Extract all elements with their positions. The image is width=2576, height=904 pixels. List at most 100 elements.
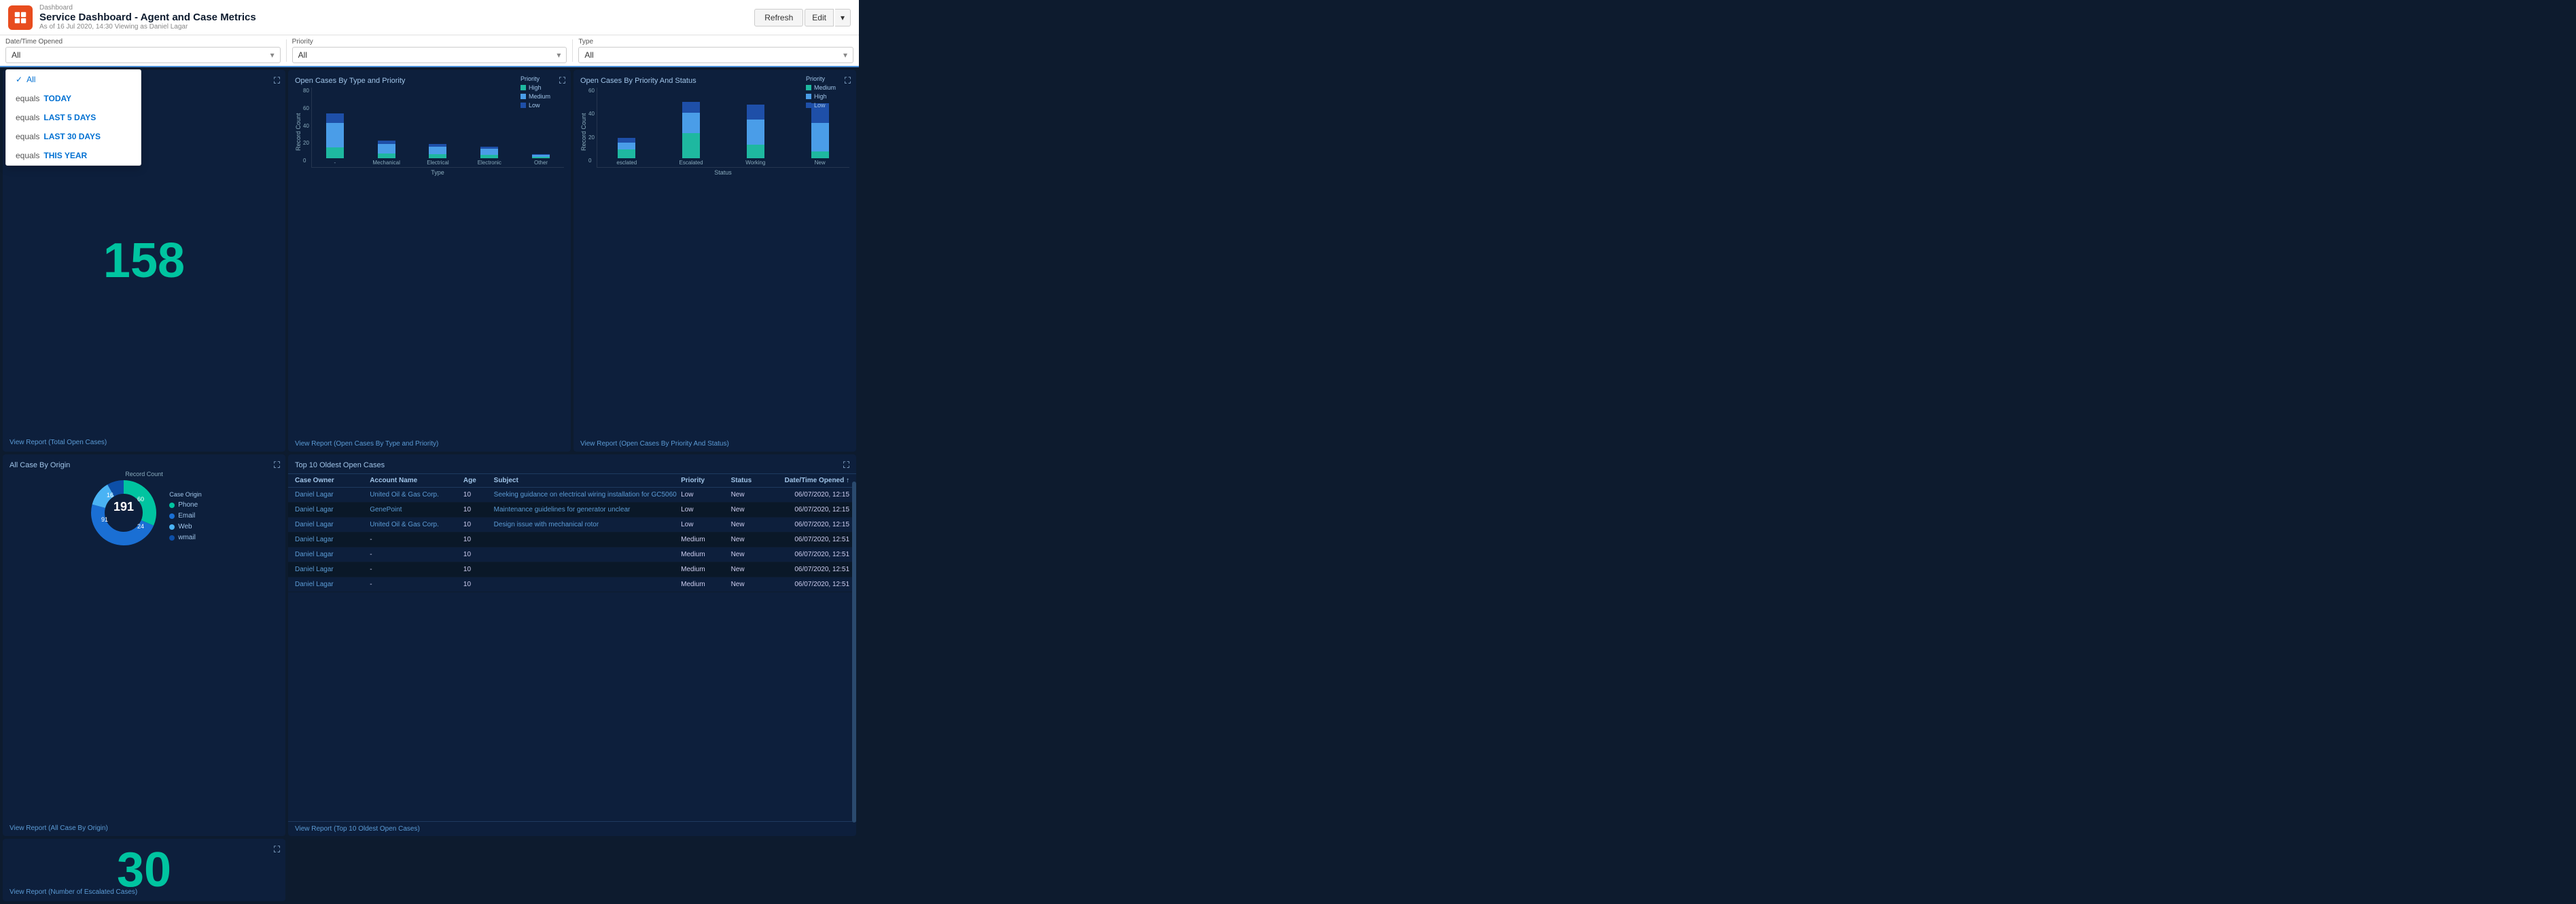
- table-oldest-footer[interactable]: View Report (Top 10 Oldest Open Cases): [288, 821, 856, 836]
- filter-type-chevron: ▾: [843, 50, 847, 60]
- cell-status-1: New: [731, 491, 775, 499]
- cell-owner-4[interactable]: Daniel Lagar: [295, 536, 370, 543]
- cell-subject-1[interactable]: Seeking guidance on electrical wiring in…: [489, 491, 681, 499]
- cell-age-3: 10: [463, 521, 489, 528]
- col-header-subject: Subject: [489, 477, 681, 484]
- origin-legend-wmail: wmail: [169, 534, 202, 541]
- dropdown-last5-value: LAST 5 DAYS: [43, 113, 96, 122]
- chart-priority-status-card: Open Cases By Priority And Status ⛶ Prio…: [574, 70, 856, 452]
- check-icon: ✓: [16, 75, 22, 84]
- edit-dropdown-button[interactable]: ▾: [835, 9, 851, 26]
- filter-priority: Priority All ▾: [292, 38, 567, 63]
- dropdown-item-last30[interactable]: equals LAST 30 DAYS: [6, 127, 141, 146]
- cell-age-6: 10: [463, 566, 489, 573]
- priority-legend-status: Priority Medium High Low: [806, 75, 836, 109]
- legend-item-high: High: [521, 84, 550, 91]
- dashboard-grid: ⛶ 158 View Report (Total Open Cases) Ope…: [0, 67, 859, 904]
- filter-bar: Date/Time Opened All ▾ Priority All ▾ Ty…: [0, 35, 859, 67]
- phone-label: Phone: [178, 501, 198, 509]
- expand-icon-escalated[interactable]: ⛶: [274, 844, 280, 855]
- filter-divider2: [572, 39, 573, 62]
- expand-icon-type[interactable]: ⛶: [559, 75, 565, 86]
- filter-priority-select[interactable]: All ▾: [292, 47, 567, 63]
- cell-account-3[interactable]: United Oil & Gas Corp.: [370, 521, 463, 528]
- cell-owner-3[interactable]: Daniel Lagar: [295, 521, 370, 528]
- dropdown-item-last5[interactable]: equals LAST 5 DAYS: [6, 108, 141, 127]
- high2-color-box: [806, 94, 811, 99]
- bar-working-label: Working: [745, 160, 765, 166]
- table-row: Daniel Lagar United Oil & Gas Corp. 10 D…: [288, 518, 856, 532]
- donut-section: Record Count 191 16 60 91: [10, 472, 279, 554]
- cell-owner-7[interactable]: Daniel Lagar: [295, 581, 370, 588]
- bar-mech-medium: [378, 144, 395, 153]
- cell-age-4: 10: [463, 536, 489, 543]
- phone-dot: [169, 503, 175, 508]
- cell-owner-5[interactable]: Daniel Lagar: [295, 551, 370, 558]
- cell-owner-6[interactable]: Daniel Lagar: [295, 566, 370, 573]
- high-color-box: [521, 85, 526, 90]
- cell-age-1: 10: [463, 491, 489, 499]
- cell-account-2[interactable]: GenePoint: [370, 506, 463, 513]
- refresh-button[interactable]: Refresh: [754, 9, 803, 26]
- expand-icon-table[interactable]: ⛶: [843, 460, 849, 471]
- y-label-0s: 0: [588, 158, 595, 164]
- dropdown-today-prefix: equals: [16, 94, 39, 103]
- legend-item-high2: High: [806, 93, 836, 100]
- chart-origin-title: All Case By Origin: [10, 461, 279, 469]
- chart-type-priority-card: Open Cases By Type and Priority ⛶ Priori…: [288, 70, 571, 452]
- bar-new-medium: [811, 151, 829, 158]
- cell-owner-1[interactable]: Daniel Lagar: [295, 491, 370, 499]
- legend-low2-label: Low: [814, 102, 826, 109]
- scrollbar[interactable]: [852, 482, 856, 822]
- cell-subject-3[interactable]: Design issue with mechanical rotor: [489, 521, 681, 528]
- dropdown-item-all[interactable]: ✓ All: [6, 70, 141, 89]
- cell-account-4: -: [370, 536, 463, 543]
- app-icon: [8, 5, 33, 30]
- y-label-0: 0: [303, 158, 309, 164]
- filter-date-label: Date/Time Opened: [5, 38, 281, 46]
- cell-status-7: New: [731, 581, 775, 588]
- legend-label-priority: Priority: [521, 75, 550, 82]
- legend-medium-label: Medium: [529, 93, 550, 100]
- filter-type: Type All ▾: [578, 38, 853, 63]
- expand-icon-priority-status[interactable]: ⛶: [845, 75, 851, 86]
- col-header-account: Account Name: [370, 477, 463, 484]
- dropdown-item-thisyear[interactable]: equals THIS YEAR: [6, 146, 141, 165]
- chart-origin-card: All Case By Origin ⛶ Record Count 19: [3, 454, 285, 836]
- cell-owner-2[interactable]: Daniel Lagar: [295, 506, 370, 513]
- wmail-dot: [169, 535, 175, 541]
- cell-account-6: -: [370, 566, 463, 573]
- viewing-info: As of 16 Jul 2020, 14:30 Viewing as Dani…: [39, 23, 754, 31]
- y-axis-status: 60 40 20 0: [588, 88, 597, 176]
- chart-origin-footer[interactable]: View Report (All Case By Origin): [10, 825, 108, 832]
- header: Dashboard Service Dashboard - Agent and …: [0, 0, 859, 35]
- low-color-box: [521, 103, 526, 108]
- col-header-datetime: Date/Time Opened ↑: [775, 477, 849, 484]
- edit-button[interactable]: Edit: [805, 9, 834, 26]
- table-oldest-title: Top 10 Oldest Open Cases: [295, 461, 385, 469]
- filter-date-select[interactable]: All ▾: [5, 47, 281, 63]
- bar-esclated-low: [618, 138, 635, 143]
- y-label-80: 80: [303, 88, 309, 94]
- cell-priority-5: Medium: [681, 551, 730, 558]
- y-label-40s: 40: [588, 111, 595, 117]
- cell-datetime-7: 06/07/2020, 12:51: [775, 581, 849, 588]
- legend-low-label: Low: [529, 102, 540, 109]
- email-label: Email: [178, 512, 195, 520]
- expand-icon-total[interactable]: ⛶: [274, 75, 280, 86]
- cell-subject-2[interactable]: Maintenance guidelines for generator unc…: [489, 506, 681, 513]
- chart-type-footer[interactable]: View Report (Open Cases By Type and Prio…: [295, 440, 438, 448]
- x-axis-title-status: Status: [597, 169, 849, 176]
- bar-elec-high: [429, 154, 446, 158]
- chart-priority-status-footer[interactable]: View Report (Open Cases By Priority And …: [580, 440, 729, 448]
- bar-working-low: [747, 105, 764, 120]
- dropdown-item-today[interactable]: equals TODAY: [6, 89, 141, 108]
- total-open-footer[interactable]: View Report (Total Open Cases): [10, 439, 107, 446]
- expand-icon-origin[interactable]: ⛶: [274, 460, 280, 471]
- filter-type-select[interactable]: All ▾: [578, 47, 853, 63]
- table-body: Daniel Lagar United Oil & Gas Corp. 10 S…: [288, 488, 856, 821]
- cell-account-1[interactable]: United Oil & Gas Corp.: [370, 491, 463, 499]
- bar-new-high: [811, 123, 829, 151]
- bar-escalated-medium: [682, 133, 700, 158]
- bar-electronic-medium: [480, 149, 498, 155]
